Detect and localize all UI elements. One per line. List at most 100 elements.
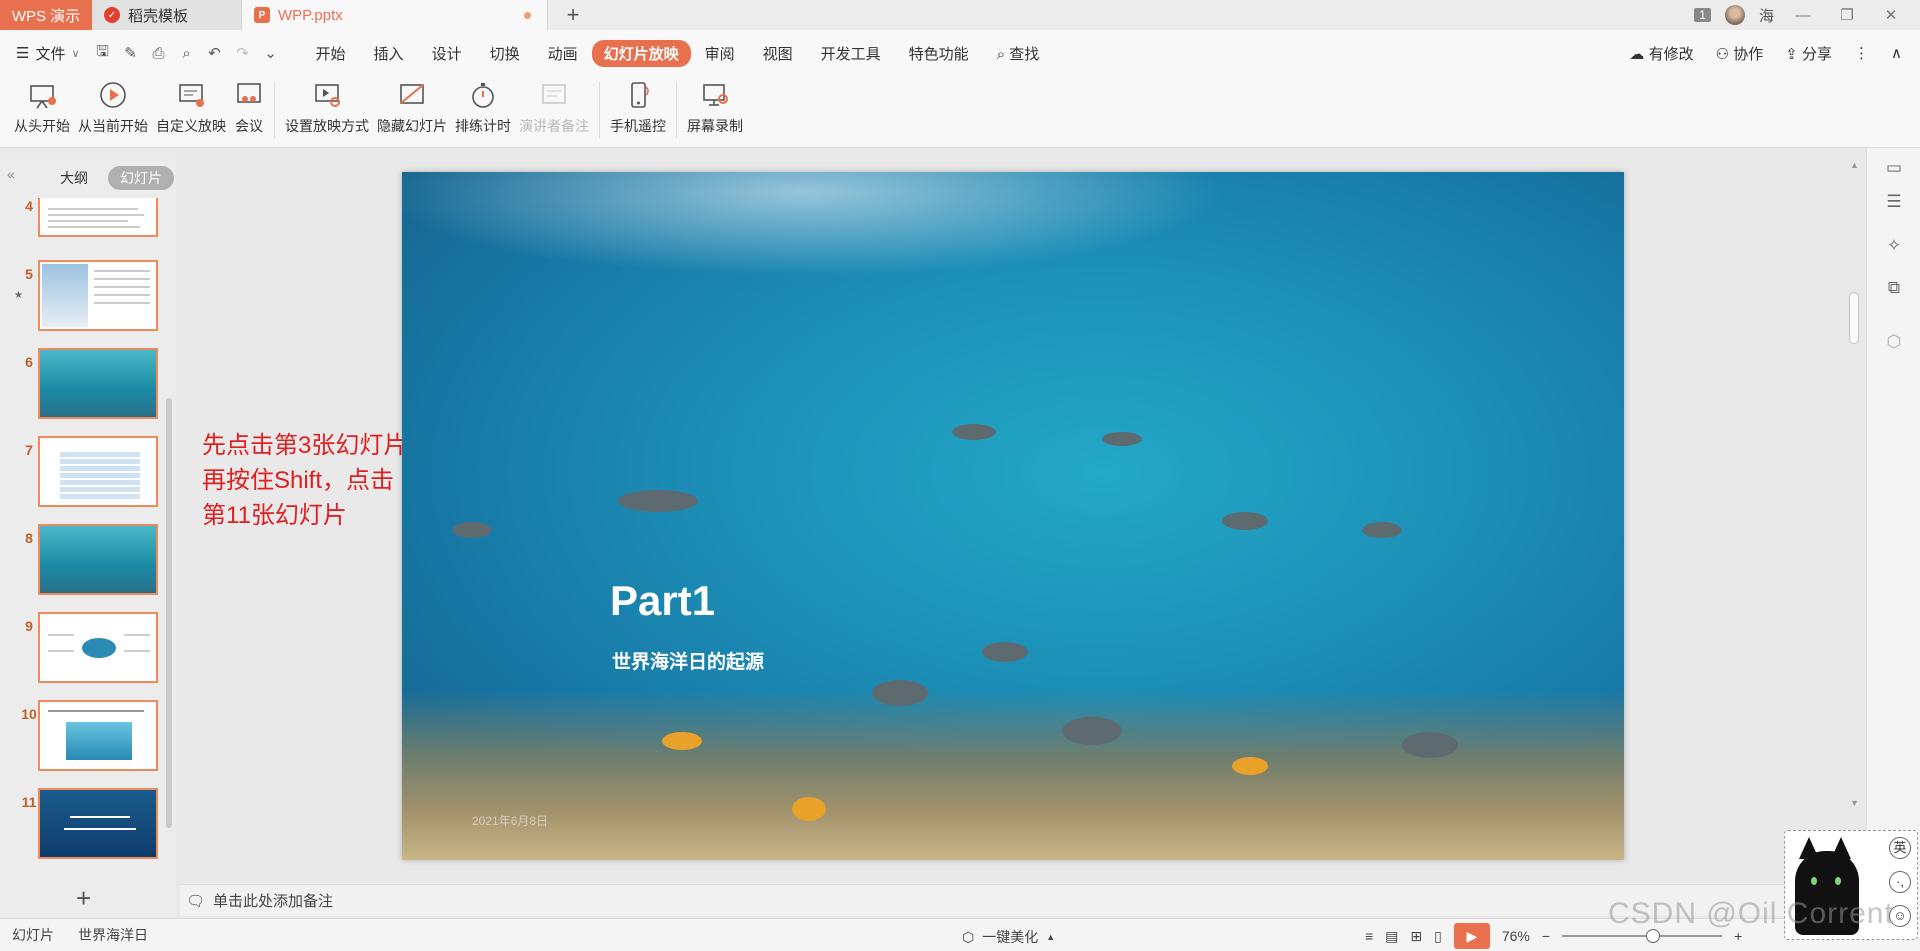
menu-review[interactable]: 审阅 <box>691 43 749 64</box>
menu-animation[interactable]: 动画 <box>534 43 592 64</box>
user-name[interactable]: 海 <box>1759 5 1774 26</box>
slide-thumbnail-row[interactable]: 11 <box>0 788 176 860</box>
animation-icon[interactable]: ✧ <box>1884 236 1904 256</box>
slide-thumbnail[interactable] <box>38 198 158 237</box>
slide-number: 6 <box>25 354 33 370</box>
slide-thumbnail[interactable] <box>38 436 158 507</box>
modified-status-button[interactable]: ☁ 有修改 <box>1629 43 1693 64</box>
annotation-line: 先点击第3张幻灯片 <box>202 432 408 459</box>
slide-thumbnail[interactable] <box>38 260 158 331</box>
more-icon[interactable]: ⋮ <box>1854 44 1869 62</box>
collapse-ribbon-icon[interactable]: ∧ <box>1891 44 1902 62</box>
format-painter-icon[interactable]: ✎ <box>122 44 140 62</box>
menu-home[interactable]: 开始 <box>302 43 360 64</box>
ime-language-toggle[interactable]: 英 <box>1889 837 1911 859</box>
zoom-slider[interactable] <box>1562 929 1723 943</box>
slideshow-play-button[interactable]: ▶ <box>1453 923 1490 949</box>
collapse-pane-icon[interactable]: ▭ <box>1884 158 1904 178</box>
tab-slides[interactable]: 幻灯片 <box>108 166 174 190</box>
zoom-slider-knob[interactable] <box>1646 929 1661 943</box>
zoom-level[interactable]: 76% <box>1502 928 1530 944</box>
slide-thumbnail[interactable] <box>38 788 158 859</box>
notes-toggle-icon[interactable]: ≡ <box>1365 928 1373 944</box>
slide-thumbnail-row[interactable]: 10 <box>0 700 176 772</box>
slide-thumbnail-row[interactable]: 4 <box>0 198 176 238</box>
transition-icon[interactable]: ⧉ <box>1884 278 1904 298</box>
slide-thumbnail-row[interactable]: 9 <box>0 612 176 684</box>
speaker-notes-button[interactable]: 演讲者备注 <box>515 76 593 136</box>
zoom-out-icon[interactable]: − <box>1542 928 1550 944</box>
ime-punctuation-toggle[interactable]: ·, <box>1889 871 1911 893</box>
undo-icon[interactable]: ↶ <box>206 44 224 62</box>
slide-subtitle[interactable]: 世界海洋日的起源 <box>612 647 764 674</box>
minimize-button[interactable]: — <box>1788 7 1818 24</box>
collaborate-button[interactable]: ⚇ 协作 <box>1716 43 1764 64</box>
slide-thumbnail-row[interactable]: 7 <box>0 436 176 508</box>
menu-insert[interactable]: 插入 <box>360 43 418 64</box>
menu-developer[interactable]: 开发工具 <box>807 43 895 64</box>
slide-panel-scrollbar[interactable] <box>166 398 172 828</box>
collapse-panel-icon[interactable]: « <box>7 166 15 182</box>
slide-sorter-icon[interactable]: ⊞ <box>1410 928 1422 945</box>
wps-app-tab[interactable]: WPS 演示 <box>0 0 92 30</box>
slide-thumbnail[interactable] <box>38 524 158 595</box>
search-button[interactable]: ⌕ 查找 <box>983 43 1054 64</box>
slide-date[interactable]: 2021年6月8日 <box>472 812 548 829</box>
screen-record-button[interactable]: 屏幕录制 <box>683 76 747 136</box>
meeting-button[interactable]: 会议 <box>230 76 268 136</box>
rehearse-timing-button[interactable]: 排练计时 <box>451 76 515 136</box>
tab-outline[interactable]: 大纲 <box>48 166 100 190</box>
share-button[interactable]: ⇪ 分享 <box>1785 43 1832 64</box>
slide-indicator[interactable]: 幻灯片 <box>12 925 54 945</box>
avatar[interactable] <box>1724 5 1745 25</box>
hamburger-icon: ☰ <box>16 45 30 62</box>
slide-thumbnail-row[interactable]: 6 <box>0 348 176 420</box>
slide-thumbnail-list[interactable]: 4 5 ★ 6 7 8 9 10 11 <box>0 198 176 873</box>
tab-template[interactable]: ✓ 稻壳模板 <box>92 0 242 30</box>
customize-dropdown-icon[interactable]: ⌄ <box>262 44 280 62</box>
menu-slideshow[interactable]: 幻灯片放映 <box>591 39 691 67</box>
tab-wpp-document[interactable]: P WPP.pptx <box>242 0 548 30</box>
restore-button[interactable]: ❐ <box>1832 6 1862 24</box>
phone-remote-button[interactable]: 手机遥控 <box>606 76 670 136</box>
hide-slide-button[interactable]: 隐藏幻灯片 <box>373 76 451 136</box>
close-button[interactable]: ✕ <box>1876 6 1906 24</box>
ribbon-divider <box>599 82 600 138</box>
notes-placeholder[interactable]: 单击此处添加备注 <box>213 890 333 911</box>
slide-thumbnail-row[interactable]: 8 <box>0 524 176 596</box>
from-current-button[interactable]: 从当前开始 <box>74 76 152 136</box>
scrollbar-thumb[interactable] <box>1849 292 1859 344</box>
menu-transitions[interactable]: 切换 <box>476 43 534 64</box>
menu-design[interactable]: 设计 <box>418 43 476 64</box>
slide-scrollbar[interactable]: ▲ ▼ <box>1845 158 1865 808</box>
scroll-down-icon[interactable]: ▼ <box>1850 798 1859 808</box>
menu-special-features[interactable]: 特色功能 <box>895 43 983 64</box>
slide-thumbnail-row[interactable]: 5 ★ <box>0 260 176 332</box>
slide-thumbnail[interactable] <box>38 700 158 771</box>
scroll-up-icon[interactable]: ▲ <box>1850 160 1859 170</box>
setup-show-button[interactable]: 设置放映方式 <box>281 76 373 136</box>
slide-thumbnail[interactable] <box>38 612 158 683</box>
reading-view-icon[interactable]: ▯ <box>1434 928 1442 945</box>
title-bar: WPS 演示 ✓ 稻壳模板 P WPP.pptx + 1 海 — ❐ ✕ <box>0 0 1920 30</box>
beautify-button[interactable]: ⬡ 一键美化 ▲ <box>962 927 1055 947</box>
new-tab-button[interactable]: + <box>548 0 598 30</box>
button-label: 手机遥控 <box>610 118 666 134</box>
cube-icon[interactable]: ⬡ <box>1884 332 1904 352</box>
menu-view[interactable]: 视图 <box>749 43 807 64</box>
theme-name[interactable]: 世界海洋日 <box>78 925 148 945</box>
print-preview-icon[interactable]: ⌕ <box>178 45 196 62</box>
save-icon[interactable]: 🖫 <box>94 41 112 66</box>
properties-icon[interactable]: ☰ <box>1884 192 1904 212</box>
print-icon[interactable]: ⎙ <box>150 45 168 62</box>
window-count-badge[interactable]: 1 <box>1694 8 1711 22</box>
redo-icon[interactable]: ↷ <box>234 44 252 62</box>
slide-thumbnail[interactable] <box>38 348 158 419</box>
normal-view-icon[interactable]: ▤ <box>1385 928 1398 945</box>
add-slide-button[interactable]: + <box>76 883 91 914</box>
from-beginning-button[interactable]: 从头开始 <box>10 76 74 136</box>
current-slide[interactable]: Part1 世界海洋日的起源 2021年6月8日 <box>402 172 1624 860</box>
file-menu[interactable]: ☰ 文件 ∨ <box>16 43 80 64</box>
custom-show-button[interactable]: 自定义放映 <box>152 76 230 136</box>
slide-title[interactable]: Part1 <box>610 577 715 625</box>
